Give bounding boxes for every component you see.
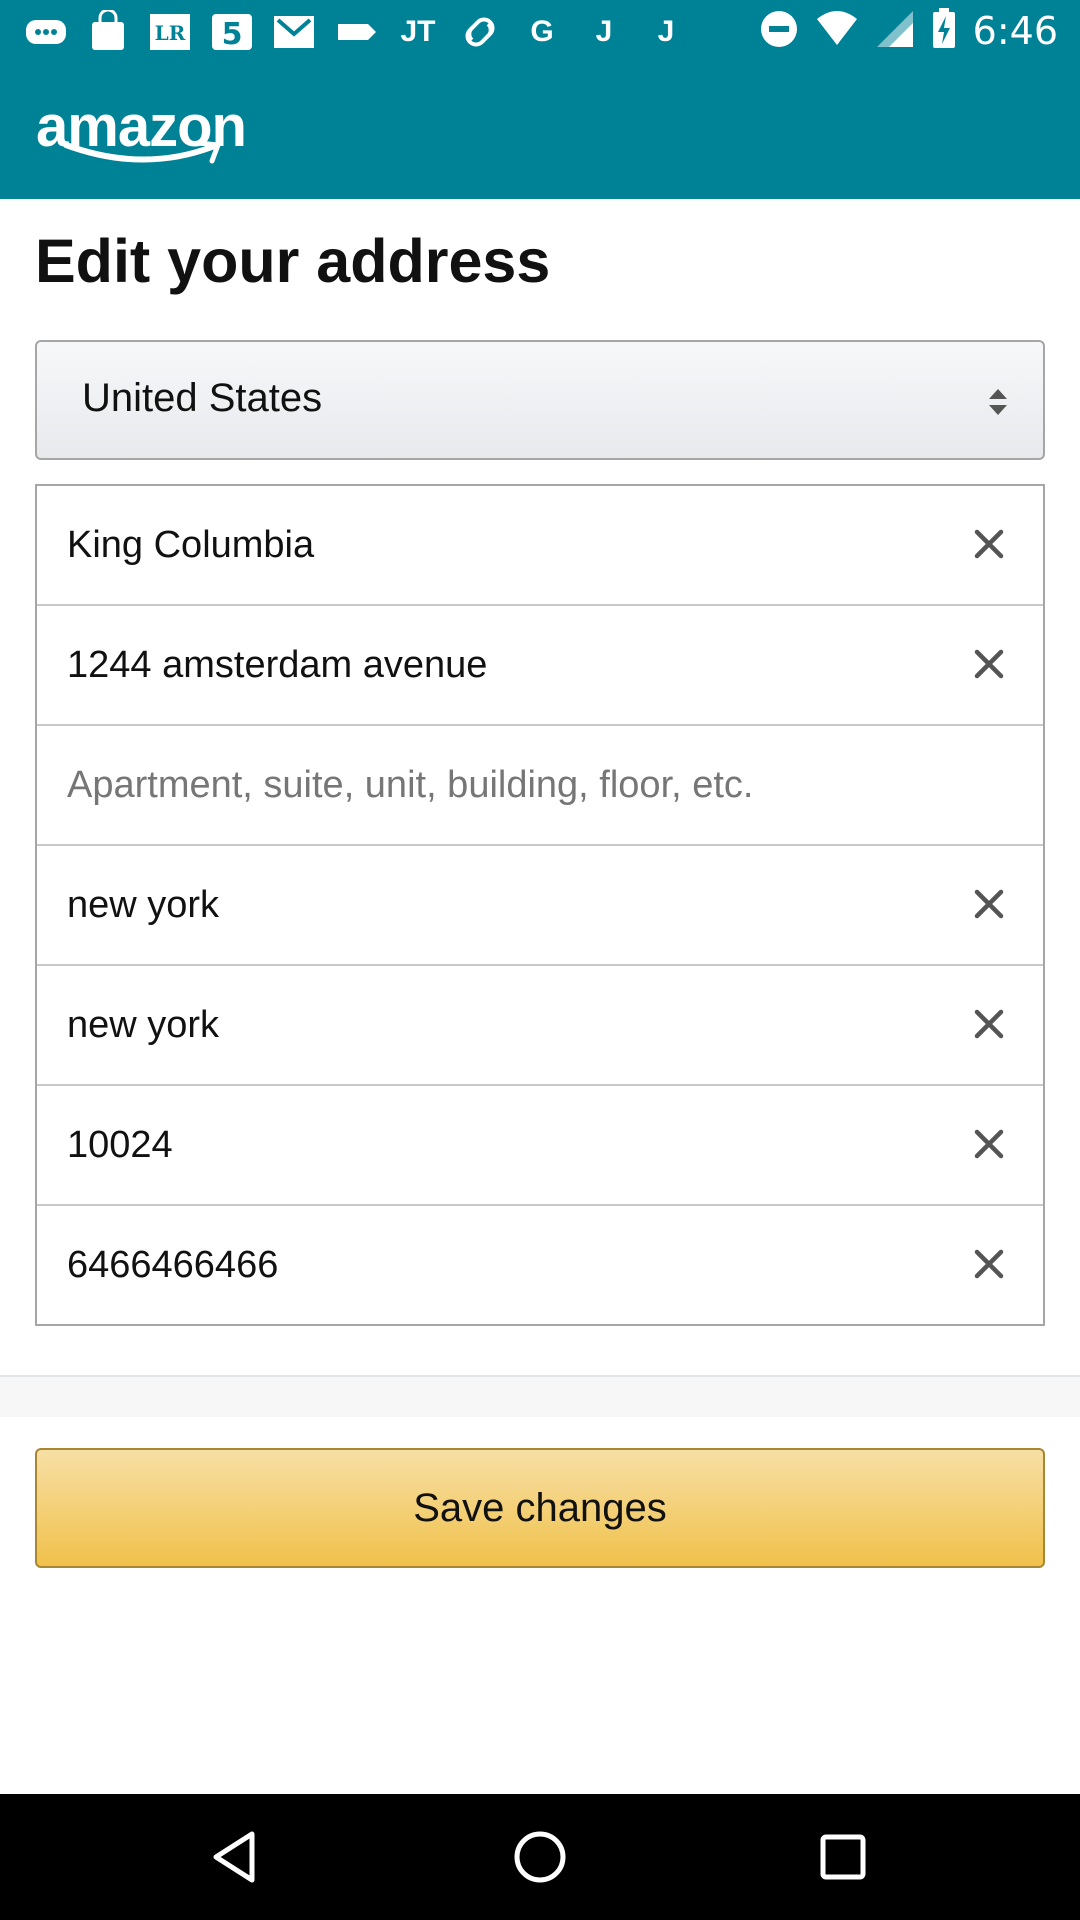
system-nav-bar — [0, 1794, 1080, 1920]
five-icon: 5 — [208, 8, 256, 56]
shopping-bag-icon — [84, 8, 132, 56]
home-circle-icon[interactable] — [507, 1824, 573, 1890]
state-value: new york — [67, 1004, 220, 1046]
svg-text:LR: LR — [155, 21, 186, 45]
battery-charging-icon — [931, 7, 957, 55]
status-bar: LR 5 JT G J J 6:46 — [0, 0, 1080, 63]
address-line1-field[interactable]: 1244 amsterdam avenue — [37, 604, 1043, 724]
address-fields: King Columbia 1244 amsterdam avenue Apar… — [35, 484, 1045, 1326]
jt-icon: JT — [400, 15, 436, 48]
link-icon — [456, 8, 504, 56]
cell-signal-icon — [875, 9, 915, 54]
svg-text:5: 5 — [222, 17, 243, 52]
select-arrows-icon — [989, 389, 1007, 415]
address-line2-field[interactable]: Apartment, suite, unit, building, floor,… — [37, 724, 1043, 844]
page-title: Edit your address — [35, 227, 551, 295]
clear-icon[interactable] — [971, 886, 1007, 922]
section-band — [0, 1377, 1080, 1417]
smile-arrow-icon — [63, 140, 221, 164]
clear-icon[interactable] — [971, 646, 1007, 682]
phone-number-field[interactable]: 6466466466 — [37, 1204, 1043, 1324]
do-not-disturb-icon — [759, 9, 799, 54]
full-name-value: King Columbia — [67, 524, 315, 566]
city-value: new york — [67, 884, 220, 926]
address-line2-placeholder: Apartment, suite, unit, building, floor,… — [67, 764, 754, 806]
google-icon: G — [530, 15, 554, 48]
chat-bubble-icon — [22, 8, 70, 56]
clear-icon[interactable] — [971, 526, 1007, 562]
recents-square-icon[interactable] — [810, 1824, 876, 1890]
save-changes-button[interactable]: Save changes — [35, 1448, 1045, 1568]
wifi-icon — [815, 9, 859, 54]
clear-icon[interactable] — [971, 1246, 1007, 1282]
j-icon: J — [595, 15, 613, 48]
system-status: 6:46 — [759, 6, 1058, 56]
notification-icons: LR 5 JT G J J — [22, 8, 690, 56]
back-triangle-icon[interactable] — [202, 1824, 268, 1890]
tag-icon — [332, 8, 380, 56]
gmail-icon — [270, 8, 318, 56]
country-select[interactable]: United States — [35, 340, 1045, 460]
j-icon: J — [657, 15, 675, 48]
app-bar: amazon — [0, 63, 1080, 199]
clear-icon[interactable] — [971, 1006, 1007, 1042]
phone-number-value: 6466466466 — [67, 1244, 279, 1286]
country-value: United States — [82, 376, 323, 420]
lr-icon: LR — [146, 8, 194, 56]
zip-code-value: 10024 — [67, 1124, 173, 1166]
state-field[interactable]: new york — [37, 964, 1043, 1084]
clear-icon[interactable] — [971, 1126, 1007, 1162]
city-field[interactable]: new york — [37, 844, 1043, 964]
amazon-logo[interactable]: amazon — [36, 93, 276, 173]
clock: 6:46 — [972, 9, 1058, 53]
zip-code-field[interactable]: 10024 — [37, 1084, 1043, 1204]
address-line1-value: 1244 amsterdam avenue — [67, 644, 488, 686]
full-name-field[interactable]: King Columbia — [37, 484, 1043, 604]
